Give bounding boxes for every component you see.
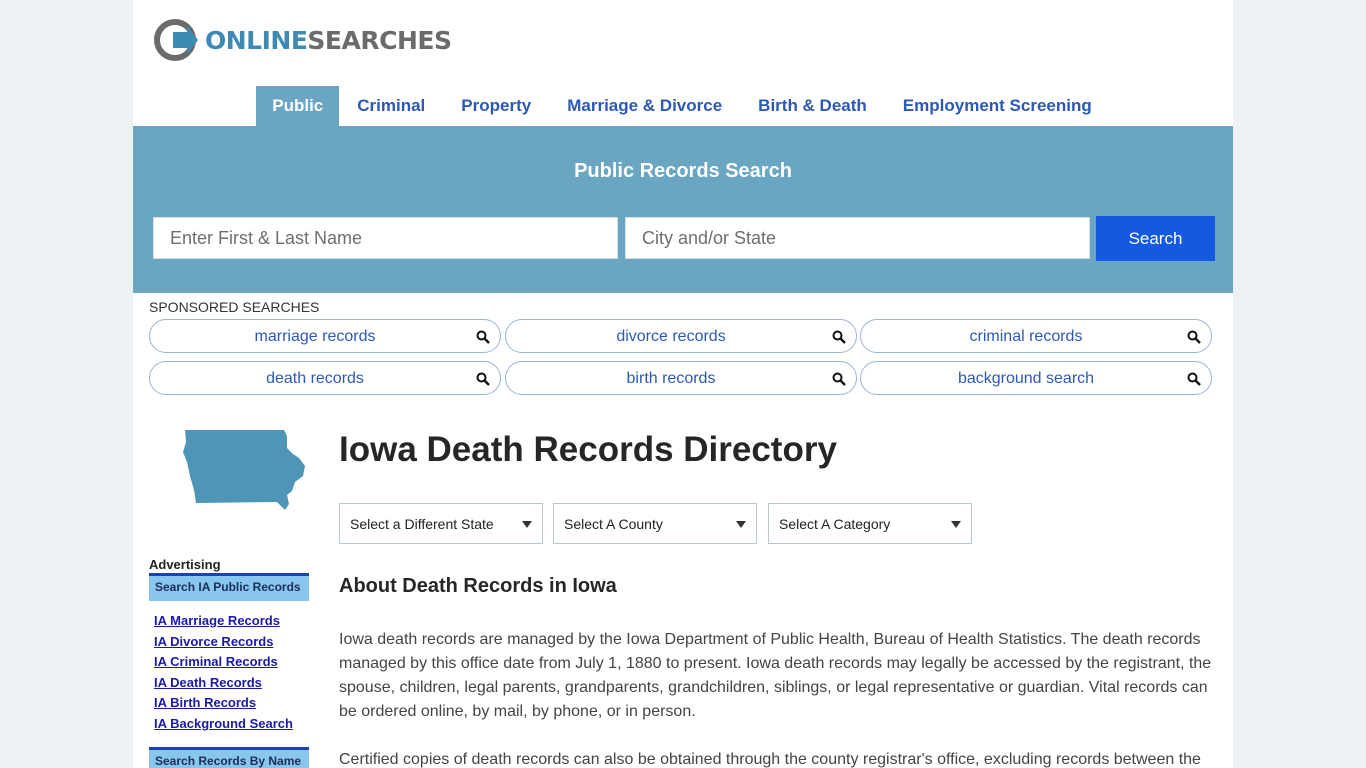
- iowa-map-icon: [183, 430, 305, 510]
- sponsored-pill[interactable]: death records: [149, 361, 501, 395]
- hero-title: Public Records Search: [574, 160, 792, 182]
- sponsored-pill[interactable]: birth records: [505, 361, 857, 395]
- caret-down-icon: [736, 521, 746, 528]
- sponsored-pill-label: birth records: [626, 370, 716, 387]
- sponsored-pill-label: background search: [957, 370, 1095, 387]
- sidebar-link-divorce[interactable]: IA Divorce Records: [154, 633, 293, 654]
- site-logo[interactable]: ONLINESEARCHES: [153, 18, 452, 62]
- logo-text: ONLINESEARCHES: [205, 25, 452, 55]
- search-icon: [1187, 330, 1201, 344]
- sponsored-pill-label: divorce records: [616, 328, 726, 345]
- nav-public[interactable]: Public: [256, 86, 340, 126]
- sponsored-label: SPONSORED SEARCHES: [149, 299, 320, 315]
- sidebar-links: IA Marriage Records IA Divorce Records I…: [154, 612, 293, 736]
- search-icon: [832, 372, 846, 386]
- caret-down-icon: [951, 521, 961, 528]
- sidebar-link-death[interactable]: IA Death Records: [154, 674, 293, 695]
- page: ONLINESEARCHES Public Criminal Property …: [133, 0, 1233, 768]
- nav-birth-death[interactable]: Birth & Death: [740, 86, 885, 126]
- sidebar-link-marriage[interactable]: IA Marriage Records: [154, 612, 293, 633]
- state-select-label: Select a Different State: [350, 516, 494, 532]
- sponsored-pill[interactable]: marriage records: [149, 319, 501, 353]
- state-select[interactable]: Select a Different State: [339, 503, 543, 544]
- sidebar-link-criminal[interactable]: IA Criminal Records: [154, 653, 293, 674]
- logo-text-online: ONLINE: [205, 25, 308, 55]
- logo-icon: [154, 19, 198, 61]
- sidebar-box-title: Search IA Public Records: [149, 573, 309, 601]
- certified-copies-paragraph: Certified copies of death records can al…: [339, 751, 1201, 768]
- search-icon: [476, 372, 490, 386]
- category-select[interactable]: Select A Category: [768, 503, 972, 544]
- caret-down-icon: [522, 521, 532, 528]
- sponsored-pill[interactable]: divorce records: [505, 319, 857, 353]
- search-hero: Public Records Search Enter First & Last…: [133, 126, 1233, 293]
- nav-marriage-divorce[interactable]: Marriage & Divorce: [549, 86, 740, 126]
- sponsored-pill-label: death records: [266, 370, 364, 387]
- nav-criminal[interactable]: Criminal: [339, 86, 443, 126]
- page-title: Iowa Death Records Directory: [339, 430, 837, 469]
- search-icon: [476, 330, 490, 344]
- sponsored-pill[interactable]: background search: [860, 361, 1212, 395]
- sponsored-pill[interactable]: criminal records: [860, 319, 1212, 353]
- name-input[interactable]: Enter First & Last Name: [153, 217, 618, 259]
- sidebar-link-background[interactable]: IA Background Search: [154, 715, 293, 736]
- advertising-label: Advertising: [149, 557, 221, 572]
- sponsored-pill-label: marriage records: [254, 328, 376, 345]
- about-paragraph: Iowa death records are managed by the Io…: [339, 631, 1212, 720]
- location-input[interactable]: City and/or State: [625, 217, 1090, 259]
- about-heading: About Death Records in Iowa: [339, 575, 617, 597]
- nav-property[interactable]: Property: [443, 86, 549, 126]
- category-select-label: Select A Category: [779, 516, 891, 532]
- search-icon: [832, 330, 846, 344]
- search-icon: [1187, 372, 1201, 386]
- county-select-label: Select A County: [564, 516, 663, 532]
- sponsored-pill-label: criminal records: [969, 328, 1083, 345]
- sidebar-box2-title: Search Records By Name: [149, 747, 309, 768]
- sidebar-link-birth[interactable]: IA Birth Records: [154, 694, 293, 715]
- search-button[interactable]: Search: [1096, 216, 1215, 261]
- logo-text-searches: SEARCHES: [307, 25, 452, 55]
- main-nav: Public Criminal Property Marriage & Divo…: [133, 86, 1233, 126]
- nav-employment-screening[interactable]: Employment Screening: [885, 86, 1110, 126]
- county-select[interactable]: Select A County: [553, 503, 757, 544]
